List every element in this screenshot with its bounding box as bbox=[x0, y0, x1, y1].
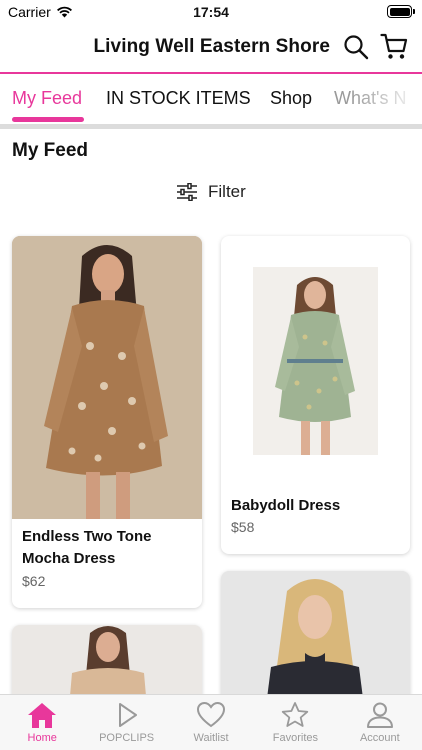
heart-icon bbox=[197, 701, 226, 728]
product-price: $58 bbox=[231, 519, 255, 535]
tab-shop[interactable]: Shop bbox=[270, 88, 312, 109]
tabbar-label: POPCLIPS bbox=[99, 732, 155, 744]
search-icon bbox=[344, 35, 369, 60]
play-icon bbox=[118, 703, 137, 727]
active-tab-indicator bbox=[12, 117, 84, 122]
category-tabs: My Feed IN STOCK ITEMS Shop What's N bbox=[0, 74, 422, 124]
cart-icon bbox=[380, 33, 408, 59]
tabbar-label: Favorites bbox=[272, 732, 319, 744]
product-card[interactable]: Babydoll Dress $58 bbox=[221, 236, 410, 554]
tabbar-item-account[interactable]: Account bbox=[338, 695, 422, 750]
product-photo-illustration bbox=[253, 267, 378, 455]
store-title: Living Well Eastern Shore bbox=[93, 36, 330, 57]
tabbar-label: Account bbox=[359, 732, 400, 744]
product-name-line1: Babydoll Dress bbox=[231, 497, 341, 514]
tab-in-stock-items[interactable]: IN STOCK ITEMS bbox=[106, 88, 251, 109]
search-button[interactable] bbox=[343, 34, 369, 60]
person-icon bbox=[366, 702, 393, 728]
star-icon bbox=[282, 702, 309, 727]
status-bar: Carrier 17:54 bbox=[0, 0, 422, 24]
tab-my-feed[interactable]: My Feed bbox=[12, 88, 82, 109]
tabbar-item-waitlist[interactable]: Waitlist bbox=[169, 695, 253, 750]
tabbar-label: Waitlist bbox=[193, 732, 229, 744]
product-card[interactable]: Endless Two Tone Mocha Dress $62 bbox=[12, 236, 202, 608]
product-image bbox=[253, 267, 378, 455]
tabs-scroll-fade bbox=[352, 74, 422, 124]
tabs-divider bbox=[0, 124, 422, 129]
product-name-line1: Endless Two Tone bbox=[22, 528, 152, 545]
product-name-line2: Mocha Dress bbox=[22, 550, 116, 567]
page-title: My Feed bbox=[12, 140, 89, 161]
product-price: $62 bbox=[22, 573, 46, 589]
tabbar-item-favorites[interactable]: Favorites bbox=[253, 695, 337, 750]
product-image bbox=[12, 236, 202, 519]
tabbar-item-home[interactable]: Home bbox=[0, 695, 84, 750]
bottom-tab-bar: Home POPCLIPS Waitlist Favorites Account bbox=[0, 694, 422, 750]
home-icon bbox=[28, 703, 57, 728]
cart-button[interactable] bbox=[380, 32, 408, 60]
app-header: Living Well Eastern Shore bbox=[0, 24, 422, 72]
filter-label: Filter bbox=[208, 182, 246, 201]
clock: 17:54 bbox=[193, 4, 229, 20]
product-photo-illustration bbox=[12, 236, 202, 519]
tabbar-item-popclips[interactable]: POPCLIPS bbox=[84, 695, 168, 750]
sliders-icon bbox=[177, 183, 197, 201]
battery-icon bbox=[387, 5, 415, 18]
tabbar-label: Home bbox=[27, 732, 57, 744]
filter-button[interactable]: Filter bbox=[176, 182, 246, 202]
